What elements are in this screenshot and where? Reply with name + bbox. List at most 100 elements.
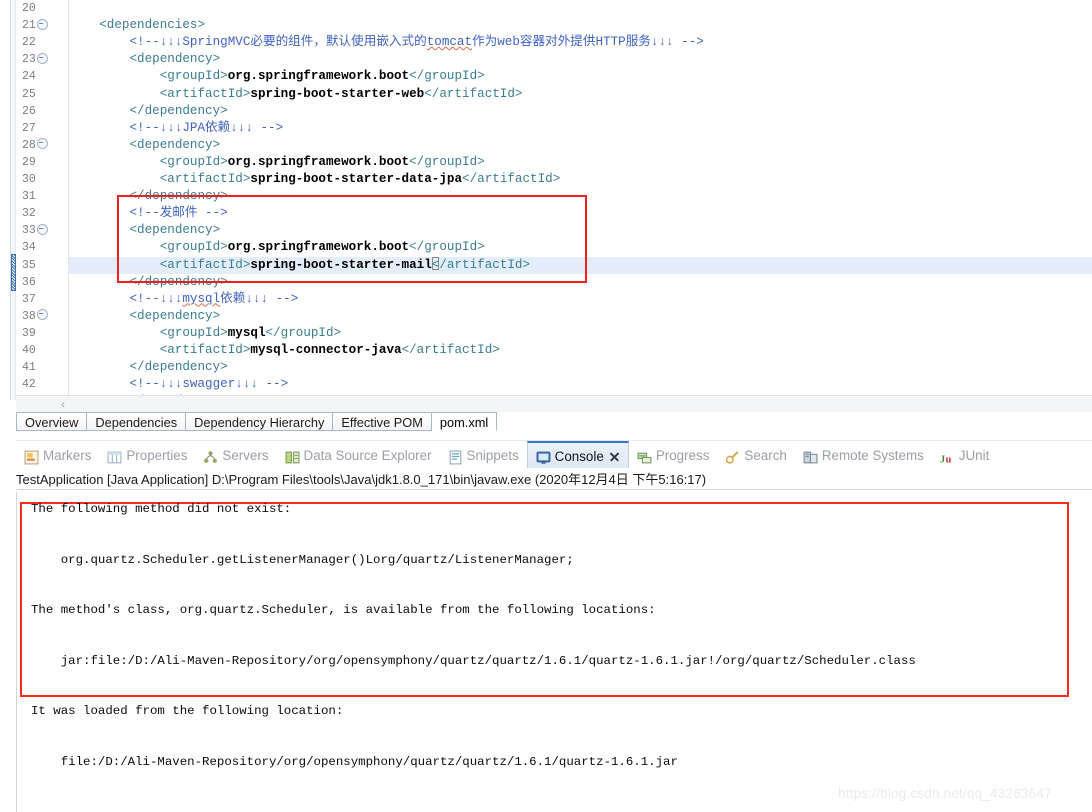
form-tab-dependencies[interactable]: Dependencies [87, 412, 187, 431]
view-tab-label: Servers [222, 447, 269, 463]
view-tab-servers[interactable]: Servers [195, 441, 276, 468]
code-line[interactable]: <!--↓↓↓JPA依赖↓↓↓ --> [69, 120, 1092, 137]
code-line[interactable]: </dependency> [69, 103, 1092, 120]
pom-editor-tabs[interactable]: Overview Dependencies Dependency Hierarchy… [16, 412, 1092, 432]
code-line[interactable]: </dependency> [69, 188, 1092, 205]
code-line[interactable]: <!--↓↓↓swagger↓↓↓ --> [69, 376, 1092, 393]
console-line: It was loaded from the following locatio… [31, 704, 344, 719]
code-line[interactable]: <dependencies> [69, 17, 1092, 34]
fold-toggle-icon[interactable] [36, 52, 48, 64]
code-line[interactable]: <artifactId>mysql-connector-java</artifa… [69, 342, 1092, 359]
form-tab-label: pom.xml [439, 415, 489, 430]
code-line[interactable]: <dependency> [69, 222, 1092, 239]
code-line[interactable]: <artifactId>spring-boot-starter-mail</ar… [69, 256, 1092, 274]
view-tab-label: Snippets [466, 447, 519, 463]
code-line[interactable]: <groupId>mysql</groupId> [69, 325, 1092, 342]
code-content[interactable]: <dependencies> <!--↓↓↓SpringMVC必要的组件，默认使… [69, 0, 1092, 400]
view-tab-remote-systems[interactable]: Remote Systems [795, 441, 932, 468]
console-launch-title: TestApplication [Java Application] D:\Pr… [16, 470, 1092, 490]
view-tab-console[interactable]: Console [526, 441, 629, 468]
xml-editor[interactable]: 20 21 22 23 24 25 26 27 28 29 30 31 32 33 34 35 36 37 38 39… [0, 0, 1092, 400]
code-line[interactable]: <!--发邮件 --> [69, 205, 1092, 222]
fold-toggle-icon[interactable] [36, 223, 48, 235]
code-line[interactable]: <artifactId>spring-boot-starter-web</art… [69, 86, 1092, 103]
form-tab-pom-xml[interactable]: pom.xml [431, 412, 498, 431]
code-line[interactable]: <dependency> [69, 51, 1092, 68]
line-number: 39 [22, 326, 36, 340]
code-line[interactable]: <artifactId>spring-boot-starter-data-jpa… [69, 171, 1092, 188]
console-line: file:/D:/Ali-Maven-Repository/org/opensy… [31, 755, 678, 769]
bottom-view-tabs[interactable]: Markers Properties Servers Data Source Expl… [16, 440, 1092, 469]
line-number: 26 [22, 104, 36, 118]
properties-icon [107, 447, 122, 464]
code-line[interactable]: <!--↓↓↓mysql依赖↓↓↓ --> [69, 291, 1092, 308]
line-number: 23 [16, 51, 68, 68]
code-line[interactable]: <groupId>org.springframework.boot</group… [69, 239, 1092, 256]
line-number: 40 [22, 344, 36, 357]
view-tab-label: Remote Systems [821, 447, 924, 463]
change-marker-bar [11, 253, 16, 291]
data-source-explorer-icon [285, 447, 300, 464]
line-number: 34 [22, 241, 36, 255]
console-line: jar:file:/D:/Ali-Maven-Repository/org/op… [31, 653, 916, 668]
view-tab-properties[interactable]: Properties [99, 441, 195, 468]
view-tab-progress[interactable]: Progress [629, 441, 718, 468]
view-tab-junit[interactable]: Ju JUnit [932, 441, 998, 468]
editor-scroll-left-arrow-icon[interactable]: ‹ [52, 396, 74, 412]
code-line[interactable]: <dependency> [69, 308, 1092, 325]
servers-icon [203, 447, 218, 464]
watermark-text: https://blog.csdn.net/qq_43263647 [838, 786, 1052, 801]
console-icon [536, 448, 551, 465]
markers-icon [24, 447, 39, 465]
view-tab-label: Search [744, 447, 787, 463]
code-line[interactable] [69, 0, 1092, 17]
svg-text:u: u [945, 455, 951, 466]
line-number: 22 [22, 36, 36, 50]
view-tab-label: Progress [655, 447, 710, 463]
line-number: 29 [22, 155, 36, 169]
view-tab-search[interactable]: Search [717, 441, 794, 468]
remote-systems-icon [803, 447, 818, 464]
code-line[interactable]: </dependency> [69, 359, 1092, 376]
form-tab-label: Dependencies [95, 415, 178, 430]
line-number: 36 [22, 275, 36, 289]
line-number: 35 [22, 258, 36, 272]
code-line[interactable]: <groupId>org.springframework.boot</group… [69, 154, 1092, 171]
line-number: 32 [22, 207, 36, 221]
view-tab-markers[interactable]: Markers [16, 441, 99, 468]
line-number: 31 [22, 190, 36, 204]
close-icon[interactable] [609, 451, 620, 462]
form-tab-effective-pom[interactable]: Effective POM [333, 412, 432, 431]
form-tab-dependency-hierarchy[interactable]: Dependency Hierarchy [186, 412, 334, 431]
view-tab-label: Markers [43, 447, 92, 463]
line-number: 37 [22, 292, 36, 306]
fold-toggle-icon[interactable] [36, 18, 48, 30]
view-tab-label: Data Source Explorer [303, 447, 432, 463]
svg-text:J: J [940, 455, 945, 466]
line-number: 28 [16, 137, 68, 154]
form-tab-overview[interactable]: Overview [16, 412, 88, 431]
fold-toggle-icon[interactable] [36, 138, 48, 150]
line-number: 38 [16, 308, 68, 325]
code-line[interactable]: </dependency> [69, 274, 1092, 291]
line-number: 27 [22, 121, 36, 135]
line-number: 41 [22, 361, 36, 375]
code-line[interactable]: <groupId>org.springframework.boot</group… [69, 68, 1092, 85]
search-icon [725, 447, 740, 465]
console-line: The following method did not exist: [31, 502, 292, 516]
code-line[interactable]: <!--↓↓↓SpringMVC必要的组件，默认使用嵌入式的tomcat作为we… [69, 34, 1092, 51]
fold-toggle-icon[interactable] [36, 309, 48, 321]
console-output[interactable]: The following method did not exist: org.… [16, 492, 1092, 812]
progress-icon [637, 447, 652, 464]
view-tab-data-source-explorer[interactable]: Data Source Explorer [277, 441, 440, 468]
console-line: org.quartz.Scheduler.getListenerManager(… [31, 552, 574, 567]
line-number: 30 [22, 173, 36, 186]
editor-horizontal-scroll-row[interactable] [16, 395, 1092, 413]
line-number: 24 [22, 70, 36, 84]
view-tab-label: Console [554, 448, 604, 464]
code-line[interactable]: <dependency> [69, 137, 1092, 154]
view-tab-snippets[interactable]: Snippets [440, 441, 527, 468]
console-line: The method's class, org.quartz.Scheduler… [31, 603, 656, 618]
line-number: 33 [16, 222, 68, 239]
junit-icon: Ju [940, 447, 955, 466]
